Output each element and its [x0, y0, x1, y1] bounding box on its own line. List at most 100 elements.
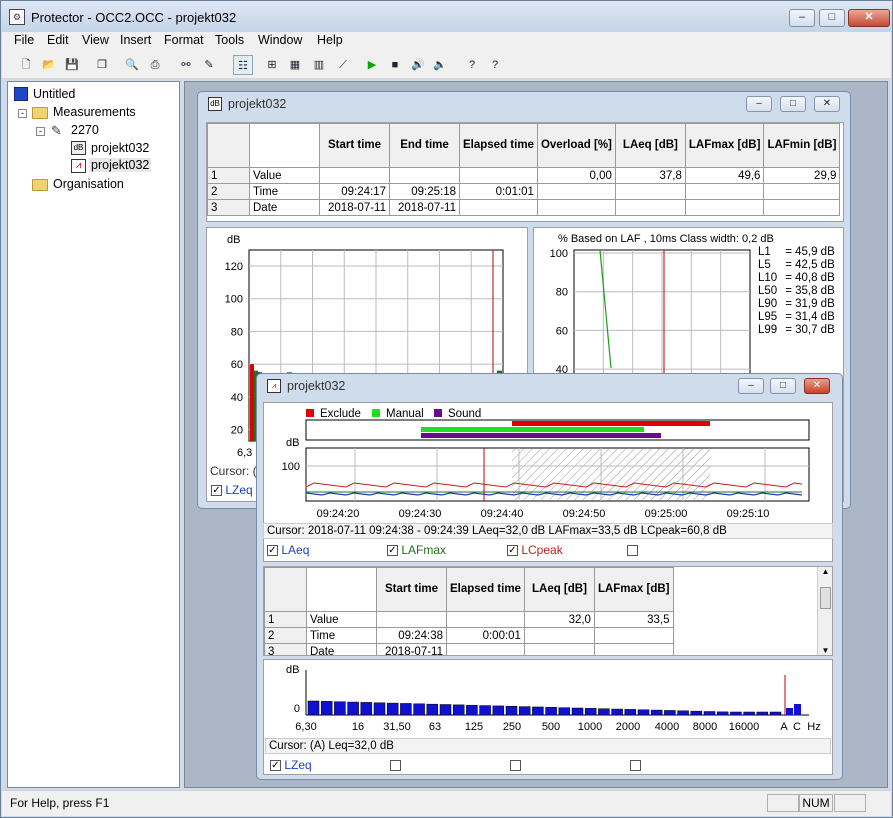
- table-cell[interactable]: [614, 199, 686, 216]
- table-row[interactable]: 3 Date 2018-07-11 2018-07-11: [207, 199, 841, 216]
- project-tree[interactable]: Untitled - Measurements - ✎ 2270 dB proj…: [7, 81, 180, 788]
- tree-item-organisation[interactable]: Organisation: [53, 177, 124, 191]
- table-cell[interactable]: [593, 643, 674, 655]
- column-header[interactable]: Start time: [376, 567, 447, 612]
- column-header[interactable]: LAFmax [dB]: [593, 567, 674, 612]
- table-cell[interactable]: 2018-07-11: [389, 199, 460, 216]
- protector-app-icon[interactable]: ⚙: [9, 9, 25, 25]
- checkbox-box[interactable]: ✓: [507, 545, 518, 557]
- print-icon[interactable]: ⎙: [145, 55, 165, 75]
- table-cell[interactable]: [593, 627, 674, 644]
- scroll-down-icon[interactable]: ▼: [818, 646, 832, 655]
- table-cell[interactable]: [684, 183, 765, 200]
- close-button[interactable]: ✕: [848, 9, 890, 27]
- child-title-bar[interactable]: dB projekt032 – □ ✕: [198, 92, 850, 118]
- child-minimize-button[interactable]: –: [738, 378, 764, 394]
- checkbox-box[interactable]: ✓: [270, 760, 281, 772]
- help-icon[interactable]: ?: [462, 55, 482, 75]
- table-cell[interactable]: [446, 643, 525, 655]
- series-checkbox[interactable]: [627, 543, 638, 557]
- table-cell[interactable]: 09:24:17: [319, 183, 390, 200]
- column-header[interactable]: LAeq [dB]: [523, 567, 595, 612]
- table-cell[interactable]: 09:24:38: [376, 627, 447, 644]
- series-checkbox[interactable]: ✓ LCpeak: [507, 543, 563, 557]
- table-cell[interactable]: 2018-07-11: [376, 643, 447, 655]
- table-cell[interactable]: [446, 611, 525, 628]
- table-row[interactable]: 1 Value 32,0 33,5: [264, 611, 674, 628]
- table-cell[interactable]: 0,00: [536, 167, 616, 184]
- collapse-icon[interactable]: -: [18, 109, 27, 118]
- table-cell[interactable]: 2018-07-11: [319, 199, 390, 216]
- table-cell[interactable]: [614, 183, 686, 200]
- table-cell[interactable]: 09:25:18: [389, 183, 460, 200]
- menu-edit[interactable]: Edit: [47, 33, 69, 47]
- tree-item-measurements[interactable]: Measurements: [53, 105, 136, 119]
- child-maximize-button[interactable]: □: [780, 96, 806, 112]
- table-row[interactable]: 2 Time 09:24:17 09:25:18 0:01:01: [207, 183, 841, 200]
- table-cell[interactable]: [376, 611, 447, 628]
- child-window-projekt032-profile[interactable]: ⩘ projekt032 – □ ✕ Exclude Manual Sound dB 1…: [256, 373, 843, 780]
- collapse-icon[interactable]: -: [36, 127, 45, 136]
- menu-tools[interactable]: Tools: [215, 33, 244, 47]
- lzeq-checkbox[interactable]: ✓ LZeq: [211, 483, 253, 497]
- profile-spectrum-chart[interactable]: dB 0 6,30 16 31,50 63 125 250 500 1000 2000 4000 800…: [264, 660, 833, 740]
- copy-icon[interactable]: ❐: [92, 55, 112, 75]
- tree-item-2270[interactable]: 2270: [71, 123, 99, 137]
- table-row[interactable]: 2 Time 09:24:38 0:00:01: [264, 627, 674, 644]
- new-profile-icon[interactable]: ⊞: [262, 55, 282, 75]
- column-header[interactable]: Start time: [319, 123, 390, 168]
- table-cell[interactable]: 29,9: [763, 167, 841, 184]
- checkbox-box[interactable]: [390, 760, 401, 772]
- table-cell[interactable]: 0:00:01: [446, 627, 525, 644]
- table-cell[interactable]: 37,8: [614, 167, 686, 184]
- column-header[interactable]: LAeq [dB]: [614, 123, 686, 168]
- table-row[interactable]: 3 Date 2018-07-11: [264, 643, 674, 655]
- spectrum-series-checkbox[interactable]: ✓ LZeq: [270, 758, 312, 772]
- menu-file[interactable]: File: [14, 33, 34, 47]
- spectrum-series-checkbox[interactable]: [630, 758, 641, 772]
- table-cell[interactable]: 49,6: [684, 167, 765, 184]
- stop-icon[interactable]: ■: [385, 55, 405, 75]
- print-preview-icon[interactable]: 🔍: [122, 55, 142, 75]
- table-cell[interactable]: [763, 183, 841, 200]
- save-icon[interactable]: 💾: [62, 55, 82, 75]
- series-checkbox[interactable]: ✓ LAeq: [267, 543, 309, 557]
- new-icon[interactable]: 🗋: [16, 55, 36, 75]
- child-maximize-button[interactable]: □: [770, 378, 796, 394]
- menu-insert[interactable]: Insert: [120, 33, 151, 47]
- child-close-button[interactable]: ✕: [804, 378, 830, 394]
- graph-icon[interactable]: ⟋: [333, 55, 353, 75]
- checkbox-box[interactable]: [510, 760, 521, 772]
- play-icon[interactable]: ▶: [362, 55, 382, 75]
- edit-icon[interactable]: ✎: [199, 55, 219, 75]
- tree-item-untitled[interactable]: Untitled: [33, 87, 75, 101]
- checkbox-box[interactable]: ✓: [387, 545, 398, 557]
- speaker-off-icon[interactable]: 🔈: [430, 55, 450, 75]
- vertical-scrollbar[interactable]: ▲ ▼: [817, 567, 832, 655]
- scroll-thumb[interactable]: [820, 587, 831, 609]
- table-cell[interactable]: [523, 627, 595, 644]
- minimize-button[interactable]: –: [789, 9, 815, 27]
- menu-format[interactable]: Format: [164, 33, 204, 47]
- spectrum-series-checkbox[interactable]: [390, 758, 401, 772]
- open-icon[interactable]: 📂: [39, 55, 59, 75]
- child-close-button[interactable]: ✕: [814, 96, 840, 112]
- table-cell[interactable]: [763, 199, 841, 216]
- table-cell[interactable]: [459, 199, 538, 216]
- tree-item-projekt032-b[interactable]: projekt032: [89, 158, 152, 172]
- column-header[interactable]: Overload [%]: [536, 123, 616, 168]
- checkbox-box[interactable]: [627, 545, 638, 557]
- menu-window[interactable]: Window: [258, 33, 302, 47]
- child-minimize-button[interactable]: –: [746, 96, 772, 112]
- table-cell[interactable]: [536, 183, 616, 200]
- table-icon[interactable]: ▦: [285, 55, 305, 75]
- table-row[interactable]: 1 Value 0,00 37,8 49,6 29,9: [207, 167, 841, 184]
- title-bar[interactable]: ⚙ Protector - OCC2.OCC - projekt032 – □ …: [1, 1, 892, 33]
- menu-help[interactable]: Help: [317, 33, 343, 47]
- column-header[interactable]: Elapsed time: [459, 123, 538, 168]
- table-cell[interactable]: [389, 167, 460, 184]
- table-cell[interactable]: [319, 167, 390, 184]
- table-cell[interactable]: 33,5: [593, 611, 674, 628]
- table-cell[interactable]: [684, 199, 765, 216]
- table-cell[interactable]: 32,0: [523, 611, 595, 628]
